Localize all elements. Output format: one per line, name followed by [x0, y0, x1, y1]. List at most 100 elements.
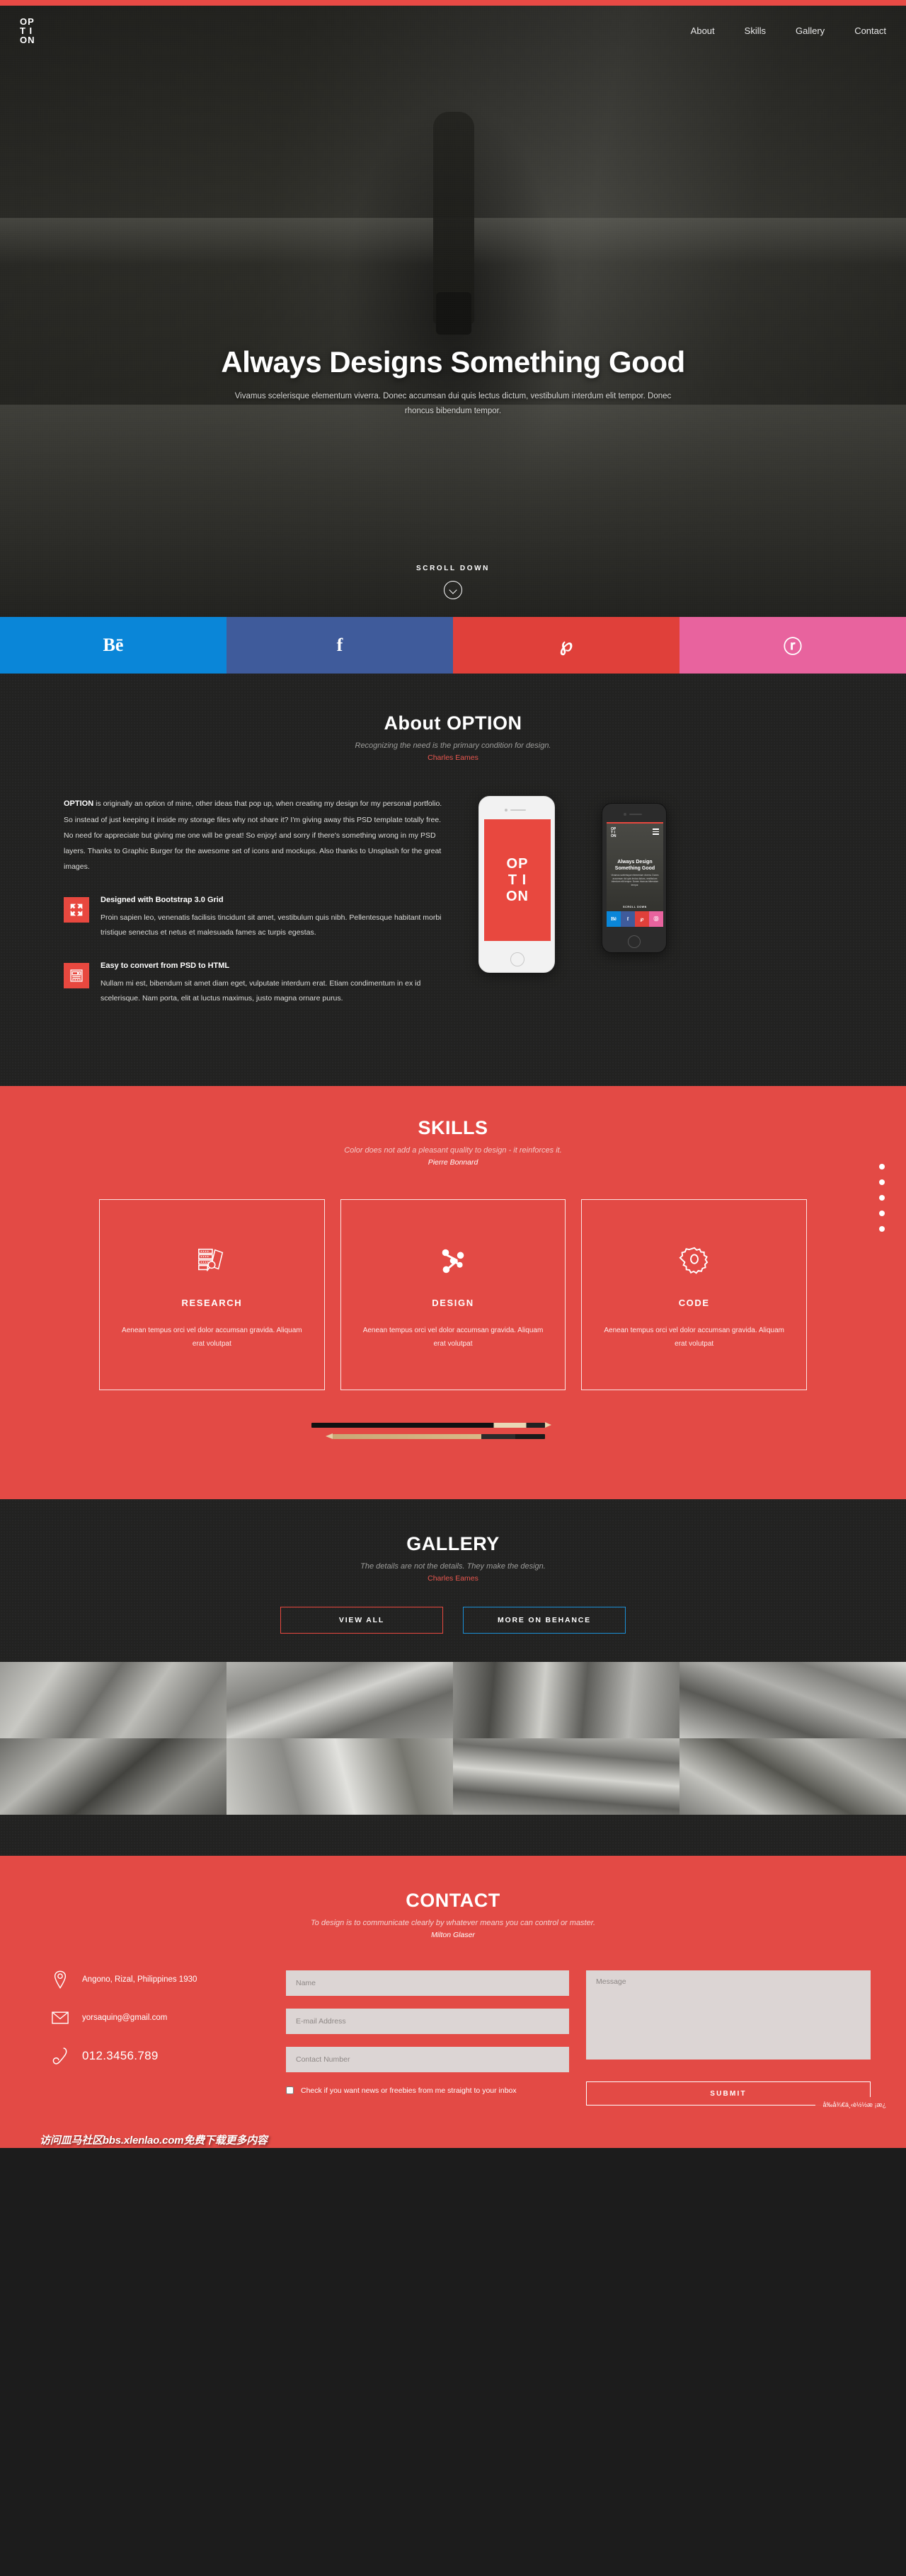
feature-1-text: Proin sapien leo, venenatis facilisis ti… — [101, 913, 442, 937]
about-feature-2: Easy to convert from PSD to HTML Nullam … — [64, 961, 446, 1006]
contact-email[interactable]: yorsaquing@gmail.com — [82, 2014, 167, 2022]
skills-title: SKILLS — [418, 1117, 488, 1138]
contact-phone[interactable]: 012.3456.789 — [82, 2049, 159, 2063]
dot-nav-item-5[interactable] — [879, 1226, 885, 1232]
newsletter-checkbox[interactable] — [286, 2086, 294, 2094]
gallery-thumb-7[interactable]: speaker-headphones — [453, 1738, 680, 1815]
watermark-corner-badge: å‰å¾€ä¸‹è½½æ ¡æ¿ — [815, 2097, 893, 2113]
hero-copy: Always Designs Something Good Vivamus sc… — [0, 345, 906, 420]
newsletter-checkbox-row: Check if you want news or freebies from … — [286, 2085, 569, 2097]
email-input[interactable] — [286, 2009, 569, 2034]
about-feature-1-body: Designed with Bootstrap 3.0 Grid Proin s… — [101, 896, 446, 940]
gallery-thumb-1[interactable]: paint-brushes — [0, 1662, 226, 1738]
gallery-thumb-2[interactable]: notebook-pencils — [226, 1662, 453, 1738]
gallery-thumb-7-label: speaker-headphones — [459, 1804, 512, 1810]
gallery-thumb-4-label: plants-scissors — [685, 1728, 723, 1734]
hero-title: Always Designs Something Good — [221, 345, 685, 379]
contact-address-row: Angono, Rizal, Philippines 1930 — [51, 1970, 269, 1989]
more-on-behance-button[interactable]: MORE ON BEHANCE — [463, 1607, 626, 1634]
about-title: About OPTION — [384, 712, 522, 734]
gallery-thumb-3-label: tools-flatlay — [459, 1728, 487, 1734]
about-paragraph: OPTION is originally an option of mine, … — [64, 796, 446, 874]
chevron-down-icon[interactable] — [444, 581, 462, 599]
nav-item-skills[interactable]: Skills — [745, 25, 766, 36]
nav-item-about[interactable]: About — [691, 25, 715, 36]
dribbble-icon: ⓡ — [783, 636, 802, 657]
gallery-thumb-3[interactable]: tools-flatlay — [453, 1662, 680, 1738]
mobile-facebook-icon[interactable]: f — [621, 911, 635, 927]
home-button-icon-dark — [628, 935, 641, 948]
mobile-hero-paragraph: Vivamus scelerisque elementum viverra. D… — [611, 874, 659, 886]
white-phone-logo-text: OP T I ON — [506, 855, 529, 904]
dark-phone-screen: OP T I ON Always Design Something Good Viv… — [607, 822, 663, 927]
about-text-column: OPTION is originally an option of mine, … — [64, 796, 446, 1036]
gallery-thumb-6-label: dont-just-stand-there-poster — [232, 1804, 302, 1810]
skills-header: SKILLS Color does not add a pleasant qua… — [0, 1117, 906, 1167]
about-quote-author: Charles Eames — [428, 753, 478, 762]
mobile-title-line-2: Something Good — [614, 866, 655, 871]
hamburger-menu-icon[interactable] — [653, 828, 659, 836]
molecule-design-icon — [437, 1240, 469, 1282]
contact-form-left: Check if you want news or freebies from … — [286, 1970, 569, 2106]
mobile-scroll-label: SCROLL DOWN — [623, 906, 647, 908]
contact-phone-row: 012.3456.789 — [51, 2047, 269, 2065]
white-phone-screen: OP T I ON — [484, 819, 551, 941]
social-link-pinterest[interactable]: ℘ — [453, 617, 680, 674]
nav-item-contact[interactable]: Contact — [854, 25, 886, 36]
contact-info: Angono, Rizal, Philippines 1930 yorsaqui… — [35, 1970, 269, 2106]
gallery-thumb-6[interactable]: dont-just-stand-there-poster — [226, 1738, 453, 1815]
about-header: About OPTION Recognizing the need is the… — [0, 712, 906, 762]
contact-quote: To design is to communicate clearly by w… — [310, 1919, 596, 1927]
social-link-dribbble[interactable]: ⓡ — [680, 617, 906, 674]
section-dot-navigation[interactable] — [879, 1164, 885, 1232]
skill-desc-design: Aenean tempus orci vel dolor accumsan gr… — [362, 1326, 544, 1348]
dot-nav-item-4[interactable] — [879, 1211, 885, 1216]
about-section: About OPTION Recognizing the need is the… — [0, 674, 906, 1086]
social-bar: Bē f ℘ ⓡ — [0, 617, 906, 674]
nav-item-gallery[interactable]: Gallery — [796, 25, 825, 36]
scroll-down-cta[interactable]: SCROLL DOWN — [0, 565, 906, 599]
name-input[interactable] — [286, 1970, 569, 1996]
contact-number-input[interactable] — [286, 2047, 569, 2072]
main-navigation: OP T I ON About Skills Gallery Contact — [0, 6, 906, 62]
contact-email-row: yorsaquing@gmail.com — [51, 2011, 269, 2024]
newsletter-checkbox-label[interactable]: Check if you want news or freebies from … — [301, 2085, 517, 2097]
pencils-decoration — [311, 1421, 595, 1450]
message-textarea[interactable] — [586, 1970, 871, 2060]
mobile-pinterest-icon[interactable]: ℘ — [635, 911, 649, 927]
site-logo[interactable]: OP T I ON — [20, 17, 35, 45]
nav-links: About Skills Gallery Contact — [691, 25, 886, 36]
phone-mockup-white: OP T I ON — [478, 796, 555, 973]
gallery-quote: The details are not the details. They ma… — [360, 1562, 546, 1571]
gallery-thumb-5[interactable]: vintage-camera — [0, 1738, 226, 1815]
contact-address: Angono, Rizal, Philippines 1930 — [82, 1975, 197, 1984]
dot-nav-item-1[interactable] — [879, 1164, 885, 1169]
home-button-icon — [510, 952, 524, 966]
skills-cards: RESEARCH Aenean tempus orci vel dolor ac… — [99, 1199, 808, 1390]
mobile-dribbble-icon[interactable]: Ⓓ — [649, 911, 663, 927]
mobile-behance-icon[interactable]: Bē — [607, 911, 621, 927]
logo-line-3: ON — [20, 35, 35, 45]
gear-code-icon — [678, 1240, 711, 1282]
top-accent-bar — [0, 0, 906, 6]
gallery-thumb-2-label: notebook-pencils — [232, 1728, 275, 1734]
about-feature-1: Designed with Bootstrap 3.0 Grid Proin s… — [64, 896, 446, 940]
contact-title: CONTACT — [406, 1890, 500, 1911]
social-link-behance[interactable]: Bē — [0, 617, 226, 674]
view-all-button[interactable]: VIEW ALL — [280, 1607, 443, 1634]
about-quote: Recognizing the need is the primary cond… — [355, 741, 551, 750]
gallery-bottom-spacer — [0, 1815, 906, 1856]
contact-header: CONTACT To design is to communicate clea… — [0, 1890, 906, 1939]
footer: å‰å¾€ä¸‹è½½æ ¡æ¿ 访问皿马社区bbs.xlenlao.com免费… — [0, 2097, 906, 2182]
skill-card-research[interactable]: RESEARCH Aenean tempus orci vel dolor ac… — [99, 1199, 325, 1390]
gallery-thumb-8[interactable]: drafting-compass — [680, 1738, 906, 1815]
skill-desc-code: Aenean tempus orci vel dolor accumsan gr… — [604, 1326, 784, 1348]
gallery-thumb-4[interactable]: plants-scissors — [680, 1662, 906, 1738]
dot-nav-item-2[interactable] — [879, 1179, 885, 1185]
gallery-thumb-5-label: vintage-camera — [6, 1804, 45, 1810]
pinterest-icon: ℘ — [559, 635, 573, 655]
skill-card-design[interactable]: DESIGN Aenean tempus orci vel dolor accu… — [340, 1199, 566, 1390]
dot-nav-item-3[interactable] — [879, 1195, 885, 1201]
social-link-facebook[interactable]: f — [226, 617, 453, 674]
skill-card-code[interactable]: CODE Aenean tempus orci vel dolor accums… — [581, 1199, 808, 1390]
